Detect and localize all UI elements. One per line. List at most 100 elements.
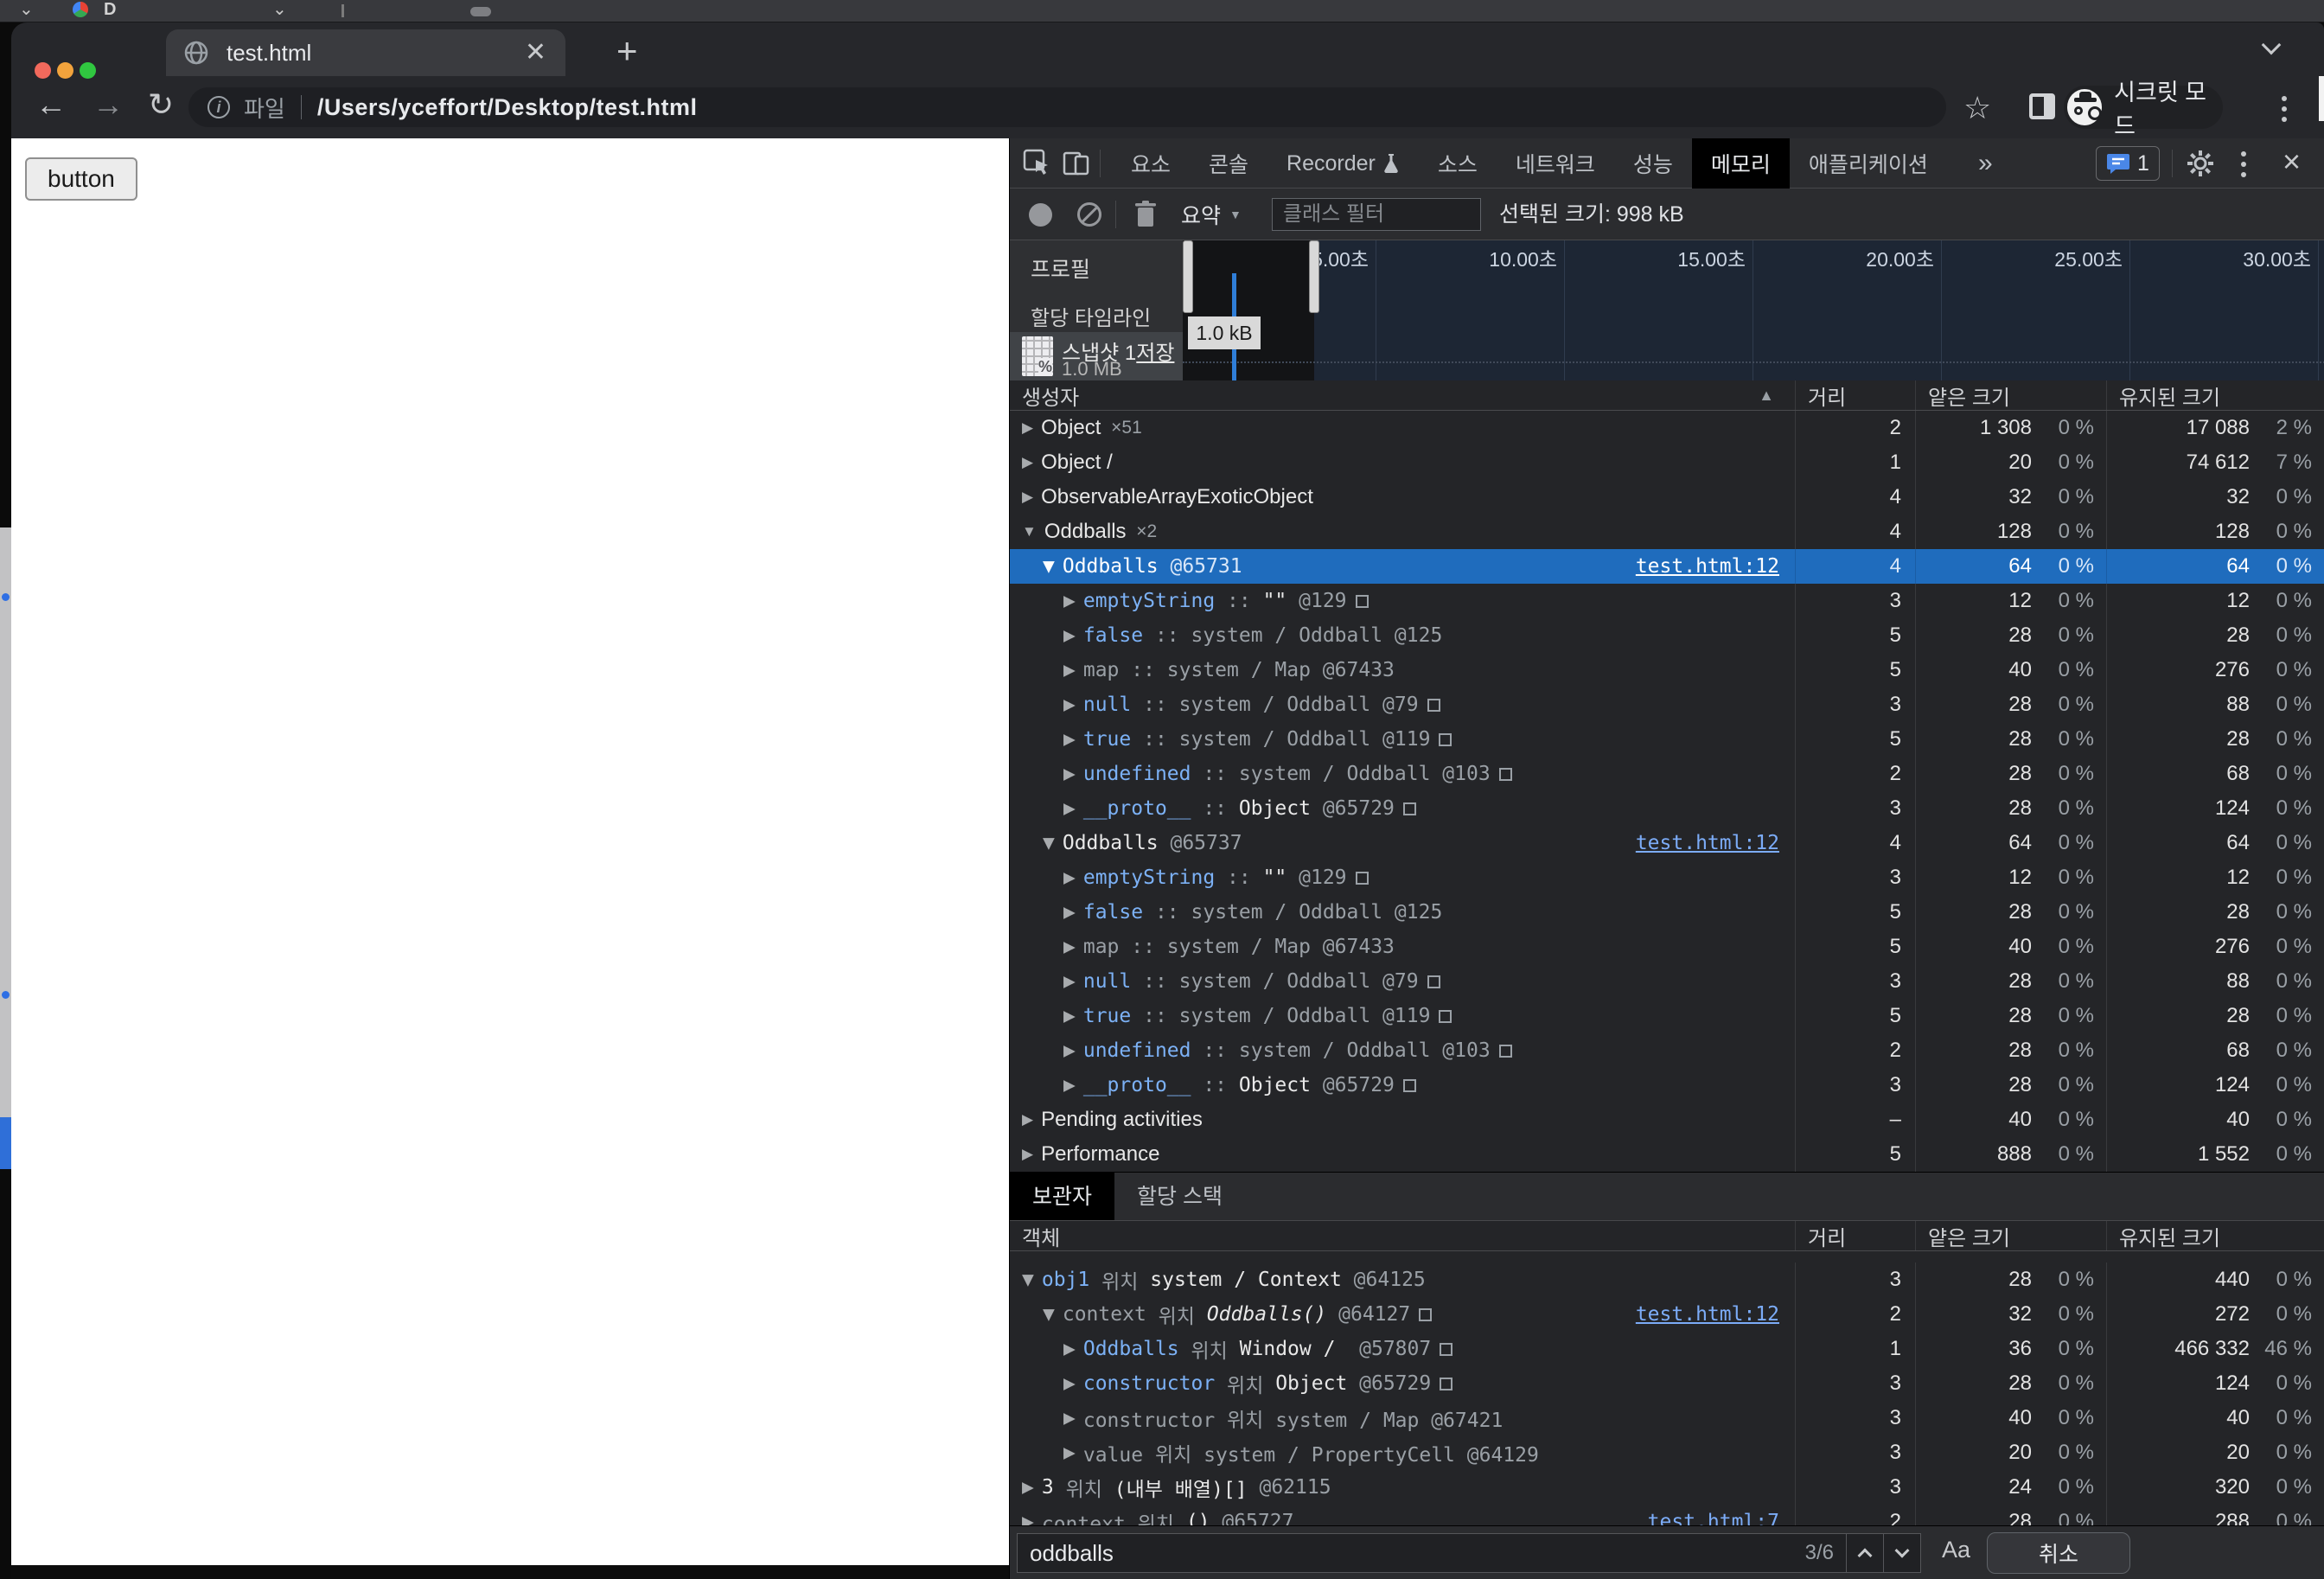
- disclosure-arrow-icon[interactable]: ▶: [1063, 1372, 1076, 1395]
- disclosure-arrow-icon[interactable]: ▶: [1063, 936, 1076, 958]
- clear-profiles-icon[interactable]: [1077, 202, 1101, 227]
- reveal-icon[interactable]: [1439, 733, 1452, 746]
- disclosure-arrow-icon[interactable]: ▶: [1063, 1407, 1076, 1429]
- devtools-tab-콘솔[interactable]: 콘솔: [1190, 138, 1267, 189]
- table-row[interactable]: ▶map :: system / Map @674335400 %2760 %: [1010, 653, 2324, 687]
- browser-menu-icon[interactable]: [2282, 96, 2287, 122]
- column-constructor[interactable]: 생성자: [1022, 380, 1079, 411]
- url-text[interactable]: /Users/yceffort/Desktop/test.html: [317, 94, 698, 121]
- column-distance[interactable]: 거리: [1795, 380, 1915, 410]
- table-row[interactable]: ▼Oddballs @65731test.html:124640 %640 %: [1010, 549, 2324, 584]
- table-row[interactable]: ▶Object /1200 %74 6127 %: [1010, 445, 2324, 480]
- devtools-tab-Recorder[interactable]: Recorder: [1267, 138, 1419, 189]
- site-info-icon[interactable]: i: [208, 96, 230, 118]
- table-row[interactable]: ▶false :: system / Oddball @1255280 %280…: [1010, 618, 2324, 653]
- reveal-icon[interactable]: [1356, 872, 1369, 885]
- browser-tab[interactable]: test.html ✕: [166, 29, 565, 76]
- selection-handle-right[interactable]: [1309, 240, 1319, 313]
- table-row[interactable]: ▶Performance58880 %1 5520 %: [1010, 1137, 2324, 1172]
- disclosure-arrow-icon[interactable]: ▼: [1043, 832, 1055, 854]
- snapshot-item[interactable]: % 스냅샷 1저장 1.0 MB: [1010, 332, 1183, 380]
- source-link[interactable]: test.html:7: [1648, 1511, 1786, 1525]
- devtools-tab-성능[interactable]: 성능: [1614, 138, 1692, 189]
- more-tabs-button[interactable]: »: [1978, 138, 1993, 189]
- reveal-icon[interactable]: [1403, 1079, 1416, 1092]
- snapshot-save-link[interactable]: 저장: [1136, 342, 1174, 365]
- cancel-button[interactable]: 취소: [1987, 1532, 2130, 1574]
- table-row[interactable]: ▶false :: system / Oddball @1255280 %280…: [1010, 895, 2324, 930]
- disclosure-arrow-icon[interactable]: ▼: [1022, 523, 1037, 540]
- record-heap-icon[interactable]: [1029, 203, 1052, 227]
- gear-icon[interactable]: [2186, 149, 2215, 178]
- table-row[interactable]: ▶__proto__ :: Object @657293280 %1240 %: [1010, 1068, 2324, 1103]
- table-row[interactable]: ▶value 위치 system / PropertyCell @6412932…: [1010, 1435, 2324, 1470]
- devtools-tab-소스[interactable]: 소스: [1419, 138, 1497, 189]
- reveal-icon[interactable]: [1499, 768, 1512, 781]
- reveal-icon[interactable]: [1419, 1308, 1432, 1321]
- table-row[interactable]: ▶true :: system / Oddball @1195280 %280 …: [1010, 722, 2324, 757]
- disclosure-arrow-icon[interactable]: ▶: [1063, 1039, 1076, 1062]
- inspect-element-icon[interactable]: [1022, 148, 1051, 177]
- disclosure-arrow-icon[interactable]: ▶: [1063, 866, 1076, 889]
- column-retained-size[interactable]: 유지된 크기: [2106, 380, 2324, 410]
- match-case-button[interactable]: Aa: [1942, 1537, 1970, 1563]
- address-bar[interactable]: i 파일 /Users/yceffort/Desktop/test.html: [188, 87, 1946, 127]
- disclosure-arrow-icon[interactable]: ▶: [1063, 797, 1076, 820]
- disclosure-arrow-icon[interactable]: ▶: [1063, 1442, 1076, 1464]
- disclosure-arrow-icon[interactable]: ▶: [1063, 970, 1076, 993]
- reveal-icon[interactable]: [1427, 975, 1440, 988]
- devtools-tab-요소[interactable]: 요소: [1112, 138, 1190, 189]
- reveal-icon[interactable]: [1440, 1378, 1452, 1390]
- disclosure-arrow-icon[interactable]: ▼: [1022, 1269, 1034, 1291]
- table-row[interactable]: ▶ObservableArrayExoticObject4320 %320 %: [1010, 480, 2324, 515]
- disclosure-arrow-icon[interactable]: ▶: [1022, 489, 1033, 506]
- side-panel-icon[interactable]: [2029, 93, 2055, 119]
- reveal-icon[interactable]: [1403, 802, 1416, 815]
- tab-search-chevron-icon[interactable]: [2262, 35, 2282, 55]
- reveal-icon[interactable]: [1499, 1045, 1512, 1058]
- table-row[interactable]: ▶undefined :: system / Oddball @1032280 …: [1010, 757, 2324, 791]
- issues-badge[interactable]: 1: [2096, 146, 2160, 181]
- disclosure-arrow-icon[interactable]: ▶: [1022, 1476, 1034, 1499]
- disclosure-arrow-icon[interactable]: ▼: [1043, 555, 1055, 578]
- devtools-tab-애플리케이션[interactable]: 애플리케이션: [1790, 138, 1947, 189]
- source-link[interactable]: test.html:12: [1636, 555, 1786, 578]
- disclosure-arrow-icon[interactable]: ▶: [1063, 590, 1076, 612]
- tab-close-icon[interactable]: ✕: [525, 40, 546, 66]
- selection-handle-left[interactable]: [1183, 240, 1193, 313]
- devtools-tab-메모리[interactable]: 메모리: [1692, 138, 1790, 189]
- table-row[interactable]: ▶null :: system / Oddball @793280 %880 %: [1010, 964, 2324, 999]
- table-row[interactable]: ▶Oddballs 위치 Window / @578071360 %466 33…: [1010, 1332, 2324, 1366]
- back-button[interactable]: ←: [35, 86, 67, 123]
- forward-button[interactable]: →: [93, 86, 124, 123]
- table-row[interactable]: ▶constructor 위치 system / Map @674213400 …: [1010, 1401, 2324, 1435]
- disclosure-arrow-icon[interactable]: ▶: [1063, 659, 1076, 681]
- table-row[interactable]: ▶3 위치 (내부 배열)[] @621153240 %3200 %: [1010, 1470, 2324, 1505]
- trash-icon[interactable]: [1133, 200, 1159, 229]
- table-row[interactable]: ▶Object ×5121 3080 %17 0882 %: [1010, 411, 2324, 445]
- devtools-tab-네트워크[interactable]: 네트워크: [1497, 138, 1614, 189]
- reveal-icon[interactable]: [1440, 1343, 1452, 1356]
- table-row[interactable]: ▶constructor 위치 Object @657293280 %1240 …: [1010, 1366, 2324, 1401]
- disclosure-arrow-icon[interactable]: ▶: [1063, 1338, 1076, 1360]
- table-row[interactable]: ▼context 위치 Oddballs() @64127test.html:1…: [1010, 1297, 2324, 1332]
- page-button[interactable]: button: [25, 157, 137, 201]
- disclosure-arrow-icon[interactable]: ▶: [1022, 454, 1033, 471]
- column-distance[interactable]: 거리: [1795, 1221, 1915, 1250]
- disclosure-arrow-icon[interactable]: ▶: [1022, 1146, 1033, 1163]
- tab-allocation-stack[interactable]: 할당 스택: [1114, 1173, 1245, 1220]
- previous-match-button[interactable]: [1847, 1533, 1883, 1573]
- disclosure-arrow-icon[interactable]: ▶: [1063, 624, 1076, 647]
- reveal-icon[interactable]: [1356, 595, 1369, 608]
- table-row[interactable]: ▼Oddballs @65737test.html:124640 %640 %: [1010, 826, 2324, 860]
- table-row[interactable]: ▶__proto__ :: Object @657293280 %1240 %: [1010, 791, 2324, 826]
- disclosure-arrow-icon[interactable]: ▶: [1063, 694, 1076, 716]
- search-field[interactable]: 3/6: [1017, 1533, 1921, 1573]
- table-row[interactable]: ▶undefined :: system / Oddball @1032280 …: [1010, 1033, 2324, 1068]
- bookmark-star-icon[interactable]: ☆: [1963, 90, 1991, 126]
- devtools-menu-icon[interactable]: [2241, 151, 2246, 177]
- disclosure-arrow-icon[interactable]: ▶: [1022, 1511, 1034, 1525]
- table-row[interactable]: ▼obj1 위치 system / Context @641253280 %44…: [1010, 1263, 2324, 1297]
- search-input[interactable]: [1018, 1540, 1805, 1567]
- reveal-icon[interactable]: [1427, 699, 1440, 712]
